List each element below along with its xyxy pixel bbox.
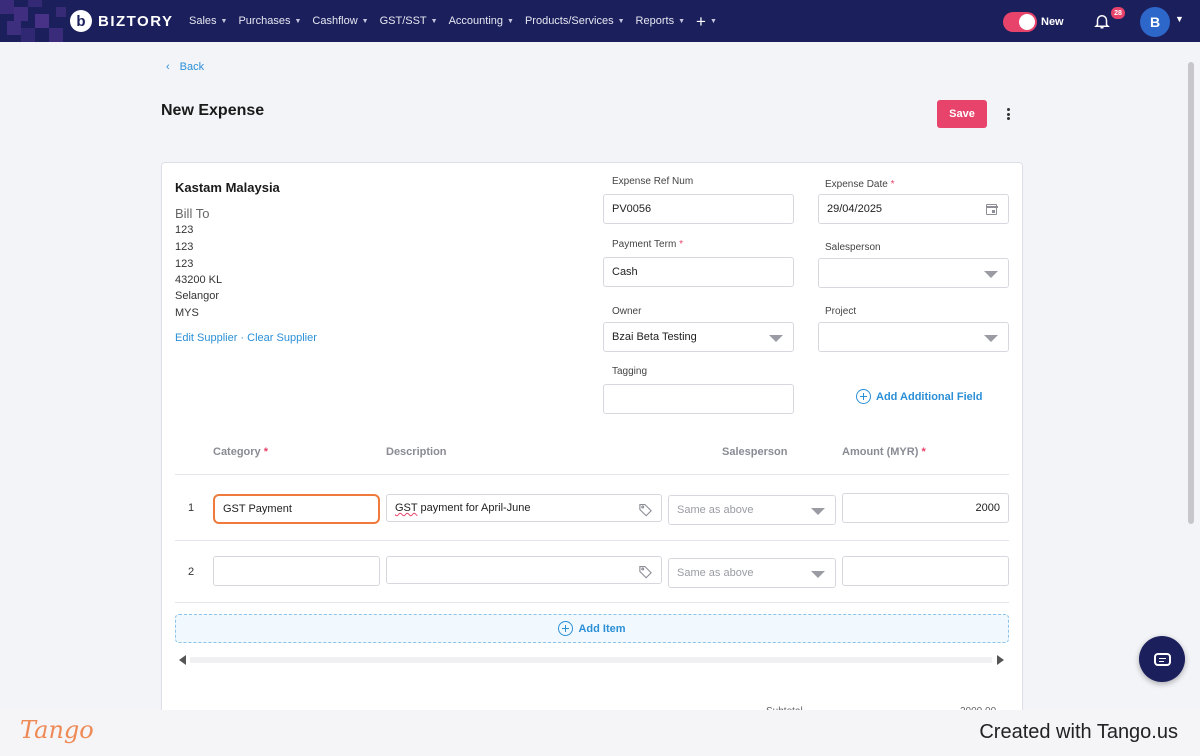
project-label: Project — [825, 306, 857, 317]
menu-accounting[interactable]: Accounting ▼ — [449, 15, 514, 27]
clear-supplier-link[interactable]: Clear Supplier — [247, 332, 317, 344]
payment-term-label: Payment Term * — [612, 239, 683, 250]
bill-to-label: Bill To — [175, 206, 210, 221]
column-header-description: Description — [386, 446, 447, 458]
new-ui-toggle[interactable] — [1003, 12, 1037, 32]
more-options-icon[interactable] — [1003, 105, 1013, 123]
chevron-down-icon: ▼ — [294, 17, 302, 25]
category-input[interactable] — [213, 556, 380, 586]
top-navigation-bar: b BIZTORY Sales ▼ Purchases ▼ Cashflow ▼ GS… — [0, 0, 1200, 42]
column-header-amount: Amount (MYR) * — [842, 446, 926, 458]
chevron-down-icon[interactable]: ▼ — [1175, 14, 1184, 24]
edit-supplier-link[interactable]: Edit Supplier — [175, 332, 237, 344]
add-additional-field-button[interactable]: Add Additional Field — [856, 389, 983, 404]
chevron-down-icon: ▼ — [430, 17, 438, 25]
chevron-left-icon: ‹ — [166, 61, 170, 73]
expense-ref-label: Expense Ref Num — [612, 176, 694, 187]
row-number: 2 — [188, 566, 195, 578]
expense-ref-input[interactable]: PV0056 — [603, 194, 794, 224]
menu-purchases[interactable]: Purchases ▼ — [238, 15, 301, 27]
menu-sales[interactable]: Sales ▼ — [189, 15, 227, 27]
tango-logo: Tango — [20, 716, 94, 744]
dropdown-arrow-icon — [769, 335, 783, 342]
biztory-logo[interactable]: b BIZTORY — [70, 10, 174, 32]
divider — [175, 602, 1009, 603]
created-with-text: Created with Tango.us — [979, 721, 1178, 743]
row-number: 1 — [188, 502, 195, 514]
tagging-input[interactable] — [603, 384, 794, 414]
column-header-salesperson: Salesperson — [722, 446, 788, 458]
menu-reports[interactable]: Reports ▼ — [636, 15, 685, 27]
address-line: 123 — [175, 241, 194, 253]
menu-gst-sst[interactable]: GST/SST ▼ — [380, 15, 438, 27]
plus-icon: + — [696, 11, 706, 31]
chevron-down-icon: ▼ — [361, 17, 369, 25]
plus-circle-icon — [558, 621, 574, 636]
spellcheck-word: GST — [395, 502, 418, 514]
tagging-label: Tagging — [612, 366, 648, 377]
dropdown-arrow-icon — [984, 271, 998, 278]
toggle-knob — [1019, 14, 1035, 30]
page-title: New Expense — [161, 102, 265, 119]
address-state: Selangor — [175, 290, 220, 302]
tag-icon[interactable] — [638, 564, 653, 579]
dropdown-arrow-icon — [811, 508, 825, 515]
notification-count-badge: 28 — [1111, 7, 1125, 19]
quick-create-menu[interactable]: + ▼ — [696, 13, 717, 30]
chevron-down-icon: ▼ — [220, 17, 228, 25]
chat-support-button[interactable] — [1139, 636, 1185, 682]
expense-date-label: Expense Date * — [825, 179, 895, 190]
salesperson-label: Salesperson — [825, 242, 881, 253]
dropdown-arrow-icon — [811, 571, 825, 578]
divider — [175, 540, 1009, 541]
amount-input[interactable] — [842, 556, 1009, 586]
plus-circle-icon — [856, 389, 871, 404]
chat-icon — [1153, 652, 1171, 666]
menu-cashflow[interactable]: Cashflow ▼ — [312, 15, 368, 27]
dropdown-arrow-icon — [984, 335, 998, 342]
page-scrollbar[interactable] — [1188, 62, 1194, 524]
row-salesperson-select[interactable]: Same as above — [668, 558, 836, 588]
chevron-down-icon: ▼ — [709, 17, 717, 25]
supplier-name: Kastam Malaysia — [175, 180, 280, 195]
address-line: 123 — [175, 224, 194, 236]
tag-icon[interactable] — [638, 502, 653, 517]
user-avatar[interactable]: B — [1140, 7, 1170, 37]
salesperson-select[interactable] — [818, 258, 1009, 288]
menu-products-services[interactable]: Products/Services ▼ — [525, 15, 625, 27]
save-button[interactable]: Save — [937, 100, 987, 128]
chevron-down-icon: ▼ — [507, 17, 514, 25]
calendar-icon[interactable] — [985, 204, 998, 215]
owner-label: Owner — [612, 306, 642, 317]
back-link[interactable]: ‹ Back — [166, 61, 204, 73]
category-input[interactable]: GST Payment — [213, 494, 380, 524]
bell-icon[interactable] — [1093, 12, 1111, 30]
description-input[interactable]: GST payment for April-June — [386, 494, 662, 522]
address-postcode: 43200 KL — [175, 274, 223, 286]
amount-input[interactable]: 2000 — [842, 493, 1009, 523]
project-select[interactable] — [818, 322, 1009, 352]
supplier-links: Edit Supplier · Clear Supplier — [175, 332, 317, 344]
description-input[interactable] — [386, 556, 662, 584]
expense-date-input[interactable]: 29/04/2025 — [818, 194, 1009, 224]
divider — [175, 474, 1009, 475]
owner-select[interactable]: Bzai Beta Testing — [603, 322, 794, 352]
payment-term-input[interactable]: Cash — [603, 257, 794, 287]
scroll-right-arrow-icon[interactable] — [997, 655, 1004, 665]
toggle-label: New — [1041, 16, 1064, 28]
scroll-left-arrow-icon[interactable] — [179, 655, 186, 665]
address-line: 123 — [175, 258, 194, 270]
add-item-button[interactable]: Add Item — [175, 614, 1009, 643]
link-separator: · — [237, 332, 248, 344]
logo-mark-icon: b — [70, 10, 92, 32]
address-country: MYS — [175, 307, 199, 319]
horizontal-scrollbar[interactable] — [190, 657, 992, 663]
row-salesperson-select[interactable]: Same as above — [668, 495, 836, 525]
chevron-down-icon: ▼ — [678, 17, 686, 25]
main-menu: Sales ▼ Purchases ▼ Cashflow ▼ GST/SST ▼ Acc… — [189, 0, 728, 42]
brand-pixel-decoration — [0, 0, 80, 42]
brand-name: BIZTORY — [98, 12, 174, 30]
column-header-category: Category * — [213, 446, 269, 458]
chevron-down-icon: ▼ — [617, 17, 625, 25]
